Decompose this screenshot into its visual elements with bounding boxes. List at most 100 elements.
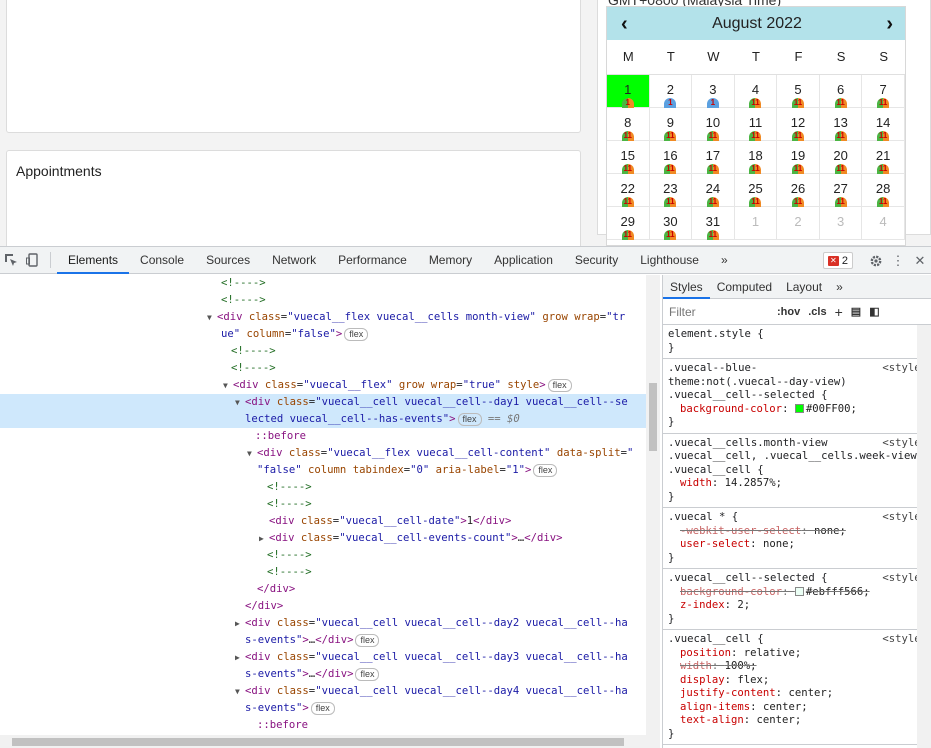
dom-tree-line[interactable]: ▶ <div class="vuecal__cell vuecal__cell--… [0, 649, 646, 666]
css-declaration[interactable]: width: 14.2857%; [668, 477, 931, 491]
calendar-day-cell[interactable]: 24 11 [692, 174, 735, 207]
calendar-day-cell[interactable]: 2 [777, 207, 820, 240]
css-declaration[interactable]: position: relative; [668, 647, 931, 661]
dom-tree-line[interactable]: <!----> [0, 275, 646, 292]
calendar-day-cell[interactable]: 7 11 [862, 75, 905, 108]
css-declaration[interactable]: text-align: center; [668, 714, 931, 728]
calendar-day-cell[interactable]: 11 [607, 75, 650, 108]
calendar-day-cell[interactable]: 12 11 [777, 108, 820, 141]
calendar-day-cell[interactable]: 1 [734, 207, 778, 240]
calendar-day-cell[interactable]: 13 11 [819, 108, 863, 141]
calendar-day-cell[interactable]: 15 11 [607, 141, 650, 174]
dom-tree-line[interactable]: "false" column tabindex="0" aria-label="… [0, 462, 646, 479]
css-declaration[interactable]: user-select: none; [668, 538, 931, 552]
devtools-tab-network[interactable]: Network [261, 247, 327, 274]
elements-vertical-scrollbar[interactable] [646, 275, 660, 748]
css-declaration[interactable]: -webkit-user-select: none; [668, 525, 931, 539]
styles-more-tabs-button[interactable]: » [829, 275, 850, 299]
dom-tree-line[interactable]: s-events">…</div> flex [0, 632, 646, 649]
styles-scrollbar[interactable] [917, 325, 931, 748]
css-declaration[interactable]: background-color: #00FF00; [668, 403, 931, 417]
calendar-day-cell[interactable]: 5 11 [777, 75, 820, 108]
calendar-day-cell[interactable]: 8 11 [607, 108, 650, 141]
css-declaration[interactable]: background-color: #ebfff566; [668, 586, 931, 600]
toggle-sidebar-icon[interactable]: ◧ [869, 305, 879, 318]
kebab-menu-icon[interactable]: ⋮ [887, 247, 909, 274]
calendar-day-cell[interactable]: 6 11 [819, 75, 863, 108]
dom-tree-line[interactable]: ▼ <div class="vuecal__flex vuecal__cells … [0, 309, 646, 326]
dom-tree-line[interactable]: ::before [0, 717, 646, 734]
inspect-element-icon[interactable] [0, 247, 22, 274]
devtools-tab-console[interactable]: Console [129, 247, 195, 274]
calendar-day-cell[interactable]: 21 [649, 75, 693, 108]
styles-tab-layout[interactable]: Layout [779, 275, 829, 299]
style-rule[interactable]: <style> .vuecal__cell {position: relative… [663, 630, 931, 745]
devtools-tab-elements[interactable]: Elements [57, 247, 130, 274]
calendar-day-cell[interactable]: 3 [819, 207, 863, 240]
css-declaration[interactable]: display: flex; [668, 674, 931, 688]
dom-tree-line[interactable]: </div> [0, 598, 646, 615]
close-icon[interactable]: ✕ [909, 247, 931, 274]
css-declaration[interactable]: align-items: center; [668, 701, 931, 715]
devtools-tab-performance[interactable]: Performance [327, 247, 418, 274]
dom-tree-line[interactable]: ▶ <div class="vuecal__cell-events-count">… [0, 530, 646, 547]
styles-tab-styles[interactable]: Styles [663, 275, 710, 299]
calendar-day-cell[interactable]: 27 11 [819, 174, 863, 207]
style-rule[interactable]: <style> .vuecal * {-webkit-user-select: n… [663, 508, 931, 569]
paint-icon[interactable]: ▤ [851, 305, 861, 318]
dom-tree-line[interactable]: <!----> [0, 360, 646, 377]
calendar-day-cell[interactable]: 10 11 [692, 108, 735, 141]
calendar-day-cell[interactable]: 19 11 [777, 141, 820, 174]
dom-tree-line[interactable]: ue" column="false"> flex [0, 326, 646, 343]
calendar-day-cell[interactable]: 21 11 [862, 141, 905, 174]
elements-tree[interactable]: <!----> <!----> ▼ <div class="vuecal__flex … [0, 275, 660, 748]
device-toolbar-icon[interactable] [22, 247, 44, 274]
dom-tree-line[interactable]: ▼ <div class="vuecal__cell vuecal__cell--… [0, 394, 646, 411]
calendar-day-cell[interactable]: 30 11 [649, 207, 693, 240]
dom-tree-line[interactable]: <!----> [0, 479, 646, 496]
style-rule[interactable]: element.style {} [663, 325, 931, 359]
calendar-day-cell[interactable]: 4 11 [734, 75, 778, 108]
dom-tree-line[interactable]: <!----> [0, 343, 646, 360]
dom-tree-line[interactable]: s-events"> flex [0, 700, 646, 717]
calendar-day-cell[interactable]: 25 11 [734, 174, 778, 207]
calendar-day-cell[interactable]: 31 11 [692, 207, 735, 240]
dom-tree-line[interactable]: ▼ <div class="vuecal__flex" grow wrap="tr… [0, 377, 646, 394]
calendar-day-cell[interactable]: 11 11 [734, 108, 778, 141]
elements-horizontal-scrollbar[interactable] [0, 735, 646, 748]
calendar-day-cell[interactable]: 23 11 [649, 174, 693, 207]
devtools-tab-sources[interactable]: Sources [195, 247, 261, 274]
calendar-day-cell[interactable]: 18 11 [734, 141, 778, 174]
style-rule[interactable]: <style> .vuecal__cell--selected {backgrou… [663, 569, 931, 630]
dom-tree-line[interactable]: <!----> [0, 496, 646, 513]
color-swatch[interactable] [794, 403, 804, 413]
calendar-day-cell[interactable]: 4 [862, 207, 905, 240]
calendar-day-cell[interactable]: 28 11 [862, 174, 905, 207]
style-rule[interactable]: <style> .vuecal__cells.month-view .vuecal_… [663, 434, 931, 508]
dom-tree-line[interactable]: <div class="vuecal__cell-date">1</div> [0, 513, 646, 530]
chevron-right-icon[interactable]: › [886, 14, 893, 34]
styles-filter-input[interactable] [669, 304, 769, 319]
calendar-day-cell[interactable]: 17 11 [692, 141, 735, 174]
calendar-day-cell[interactable]: 29 11 [607, 207, 650, 240]
class-toggle[interactable]: .cls [808, 306, 826, 318]
dom-tree-line[interactable]: s-events">…</div> flex [0, 666, 646, 683]
calendar-day-cell[interactable]: 16 11 [649, 141, 693, 174]
calendar-day-cell[interactable]: 20 11 [819, 141, 863, 174]
calendar-day-cell[interactable]: 14 11 [862, 108, 905, 141]
dom-tree-line[interactable]: <!----> [0, 547, 646, 564]
style-rule[interactable]: <style> .vuecal--blue-theme:not(.vuecal--… [663, 359, 931, 434]
dom-tree-line[interactable]: ▼ <div class="vuecal__cell vuecal__cell--… [0, 683, 646, 700]
calendar-month-label[interactable]: August 2022 [712, 15, 802, 33]
gear-icon[interactable] [865, 247, 887, 274]
dom-tree-line[interactable]: ▶ <div class="vuecal__cell vuecal__cell--… [0, 615, 646, 632]
new-rule-button[interactable]: + [835, 304, 843, 320]
devtools-tab-lighthouse[interactable]: Lighthouse [629, 247, 710, 274]
dom-tree-line[interactable]: lected vuecal__cell--has-events"> flex ==… [0, 411, 646, 428]
css-declaration[interactable]: width: 100%; [668, 660, 931, 674]
devtools-tab-memory[interactable]: Memory [418, 247, 483, 274]
chevron-left-icon[interactable]: ‹ [621, 14, 628, 34]
css-declaration[interactable]: justify-content: center; [668, 687, 931, 701]
dom-tree-line[interactable]: </div> [0, 581, 646, 598]
dom-tree-line[interactable]: ::before [0, 428, 646, 445]
